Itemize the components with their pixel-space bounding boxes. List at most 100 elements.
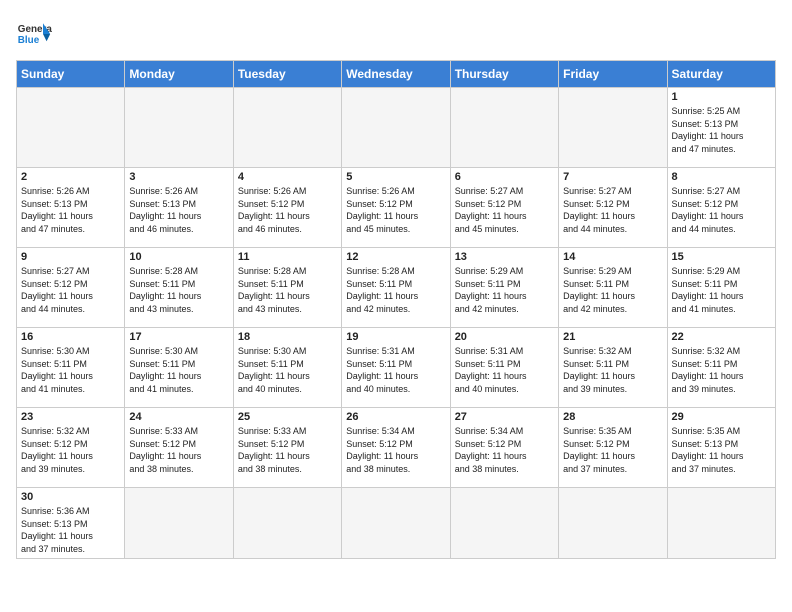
day-info: Sunrise: 5:31 AM Sunset: 5:11 PM Dayligh… <box>455 345 554 395</box>
day-info: Sunrise: 5:29 AM Sunset: 5:11 PM Dayligh… <box>672 265 771 315</box>
day-cell: 9 Sunrise: 5:27 AM Sunset: 5:12 PM Daylig… <box>17 248 125 328</box>
calendar-table: SundayMondayTuesdayWednesdayThursdayFrid… <box>16 60 776 559</box>
day-cell <box>559 88 667 168</box>
day-number: 22 <box>672 331 771 343</box>
day-cell: 27 Sunrise: 5:34 AM Sunset: 5:12 PM Dayli… <box>450 408 558 488</box>
day-cell <box>342 88 450 168</box>
day-cell: 21 Sunrise: 5:32 AM Sunset: 5:11 PM Dayli… <box>559 328 667 408</box>
day-info: Sunrise: 5:34 AM Sunset: 5:12 PM Dayligh… <box>455 425 554 475</box>
day-number: 24 <box>129 411 228 423</box>
day-number: 4 <box>238 171 337 183</box>
weekday-header-tuesday: Tuesday <box>233 61 341 88</box>
day-cell: 6 Sunrise: 5:27 AM Sunset: 5:12 PM Daylig… <box>450 168 558 248</box>
day-number: 9 <box>21 251 120 263</box>
day-info: Sunrise: 5:30 AM Sunset: 5:11 PM Dayligh… <box>129 345 228 395</box>
day-cell <box>233 488 341 559</box>
day-cell: 24 Sunrise: 5:33 AM Sunset: 5:12 PM Dayli… <box>125 408 233 488</box>
day-cell: 29 Sunrise: 5:35 AM Sunset: 5:13 PM Dayli… <box>667 408 775 488</box>
day-number: 27 <box>455 411 554 423</box>
day-cell: 8Sunrise: 5:27 AM Sunset: 5:12 PM Daylig… <box>667 168 775 248</box>
day-number: 16 <box>21 331 120 343</box>
day-cell: 2 Sunrise: 5:26 AM Sunset: 5:13 PM Daylig… <box>17 168 125 248</box>
day-number: 13 <box>455 251 554 263</box>
day-info: Sunrise: 5:26 AM Sunset: 5:13 PM Dayligh… <box>21 185 120 235</box>
day-info: Sunrise: 5:35 AM Sunset: 5:12 PM Dayligh… <box>563 425 662 475</box>
day-number: 30 <box>21 491 120 503</box>
day-cell <box>125 88 233 168</box>
day-cell: 1Sunrise: 5:25 AM Sunset: 5:13 PM Daylig… <box>667 88 775 168</box>
day-info: Sunrise: 5:28 AM Sunset: 5:11 PM Dayligh… <box>346 265 445 315</box>
day-number: 10 <box>129 251 228 263</box>
day-info: Sunrise: 5:30 AM Sunset: 5:11 PM Dayligh… <box>21 345 120 395</box>
day-number: 7 <box>563 171 662 183</box>
day-cell: 3Sunrise: 5:26 AM Sunset: 5:13 PM Daylig… <box>125 168 233 248</box>
calendar-header: SundayMondayTuesdayWednesdayThursdayFrid… <box>17 61 776 88</box>
day-info: Sunrise: 5:32 AM Sunset: 5:12 PM Dayligh… <box>21 425 120 475</box>
day-cell: 19 Sunrise: 5:31 AM Sunset: 5:11 PM Dayli… <box>342 328 450 408</box>
day-cell: 20 Sunrise: 5:31 AM Sunset: 5:11 PM Dayli… <box>450 328 558 408</box>
weekday-header-friday: Friday <box>559 61 667 88</box>
day-cell: 11Sunrise: 5:28 AM Sunset: 5:11 PM Dayli… <box>233 248 341 328</box>
day-number: 25 <box>238 411 337 423</box>
day-cell <box>450 88 558 168</box>
logo-icon: General Blue <box>16 16 52 52</box>
weekday-header-monday: Monday <box>125 61 233 88</box>
day-number: 15 <box>672 251 771 263</box>
week-row-0: 1Sunrise: 5:25 AM Sunset: 5:13 PM Daylig… <box>17 88 776 168</box>
day-cell <box>233 88 341 168</box>
day-cell: 4Sunrise: 5:26 AM Sunset: 5:12 PM Daylig… <box>233 168 341 248</box>
week-row-5: 30Sunrise: 5:36 AM Sunset: 5:13 PM Dayli… <box>17 488 776 559</box>
day-cell <box>450 488 558 559</box>
day-cell: 17 Sunrise: 5:30 AM Sunset: 5:11 PM Dayli… <box>125 328 233 408</box>
header: General Blue <box>16 16 776 52</box>
day-info: Sunrise: 5:32 AM Sunset: 5:11 PM Dayligh… <box>563 345 662 395</box>
day-info: Sunrise: 5:33 AM Sunset: 5:12 PM Dayligh… <box>129 425 228 475</box>
day-info: Sunrise: 5:27 AM Sunset: 5:12 PM Dayligh… <box>21 265 120 315</box>
day-cell: 25Sunrise: 5:33 AM Sunset: 5:12 PM Dayli… <box>233 408 341 488</box>
day-info: Sunrise: 5:26 AM Sunset: 5:12 PM Dayligh… <box>346 185 445 235</box>
day-cell <box>667 488 775 559</box>
day-info: Sunrise: 5:27 AM Sunset: 5:12 PM Dayligh… <box>455 185 554 235</box>
day-number: 14 <box>563 251 662 263</box>
day-cell: 26Sunrise: 5:34 AM Sunset: 5:12 PM Dayli… <box>342 408 450 488</box>
day-number: 19 <box>346 331 445 343</box>
day-info: Sunrise: 5:30 AM Sunset: 5:11 PM Dayligh… <box>238 345 337 395</box>
day-cell: 28 Sunrise: 5:35 AM Sunset: 5:12 PM Dayli… <box>559 408 667 488</box>
day-info: Sunrise: 5:25 AM Sunset: 5:13 PM Dayligh… <box>672 105 771 155</box>
day-number: 28 <box>563 411 662 423</box>
day-number: 5 <box>346 171 445 183</box>
day-number: 2 <box>21 171 120 183</box>
day-number: 17 <box>129 331 228 343</box>
svg-text:Blue: Blue <box>18 35 40 46</box>
week-row-2: 9 Sunrise: 5:27 AM Sunset: 5:12 PM Daylig… <box>17 248 776 328</box>
day-cell: 23Sunrise: 5:32 AM Sunset: 5:12 PM Dayli… <box>17 408 125 488</box>
day-cell <box>17 88 125 168</box>
day-info: Sunrise: 5:35 AM Sunset: 5:13 PM Dayligh… <box>672 425 771 475</box>
day-info: Sunrise: 5:32 AM Sunset: 5:11 PM Dayligh… <box>672 345 771 395</box>
day-info: Sunrise: 5:31 AM Sunset: 5:11 PM Dayligh… <box>346 345 445 395</box>
day-cell: 15 Sunrise: 5:29 AM Sunset: 5:11 PM Dayli… <box>667 248 775 328</box>
week-row-1: 2 Sunrise: 5:26 AM Sunset: 5:13 PM Daylig… <box>17 168 776 248</box>
day-cell: 22 Sunrise: 5:32 AM Sunset: 5:11 PM Dayli… <box>667 328 775 408</box>
day-cell: 30Sunrise: 5:36 AM Sunset: 5:13 PM Dayli… <box>17 488 125 559</box>
day-number: 12 <box>346 251 445 263</box>
day-number: 29 <box>672 411 771 423</box>
day-cell <box>559 488 667 559</box>
day-cell <box>342 488 450 559</box>
day-info: Sunrise: 5:29 AM Sunset: 5:11 PM Dayligh… <box>455 265 554 315</box>
week-row-3: 16 Sunrise: 5:30 AM Sunset: 5:11 PM Dayli… <box>17 328 776 408</box>
day-cell: 18 Sunrise: 5:30 AM Sunset: 5:11 PM Dayli… <box>233 328 341 408</box>
day-number: 6 <box>455 171 554 183</box>
week-row-4: 23Sunrise: 5:32 AM Sunset: 5:12 PM Dayli… <box>17 408 776 488</box>
day-number: 21 <box>563 331 662 343</box>
day-number: 20 <box>455 331 554 343</box>
weekday-header-saturday: Saturday <box>667 61 775 88</box>
day-cell: 12 Sunrise: 5:28 AM Sunset: 5:11 PM Dayli… <box>342 248 450 328</box>
day-cell: 14Sunrise: 5:29 AM Sunset: 5:11 PM Dayli… <box>559 248 667 328</box>
day-info: Sunrise: 5:28 AM Sunset: 5:11 PM Dayligh… <box>238 265 337 315</box>
day-info: Sunrise: 5:27 AM Sunset: 5:12 PM Dayligh… <box>672 185 771 235</box>
day-number: 18 <box>238 331 337 343</box>
weekday-header-row: SundayMondayTuesdayWednesdayThursdayFrid… <box>17 61 776 88</box>
day-cell: 10Sunrise: 5:28 AM Sunset: 5:11 PM Dayli… <box>125 248 233 328</box>
calendar-body: 1Sunrise: 5:25 AM Sunset: 5:13 PM Daylig… <box>17 88 776 559</box>
